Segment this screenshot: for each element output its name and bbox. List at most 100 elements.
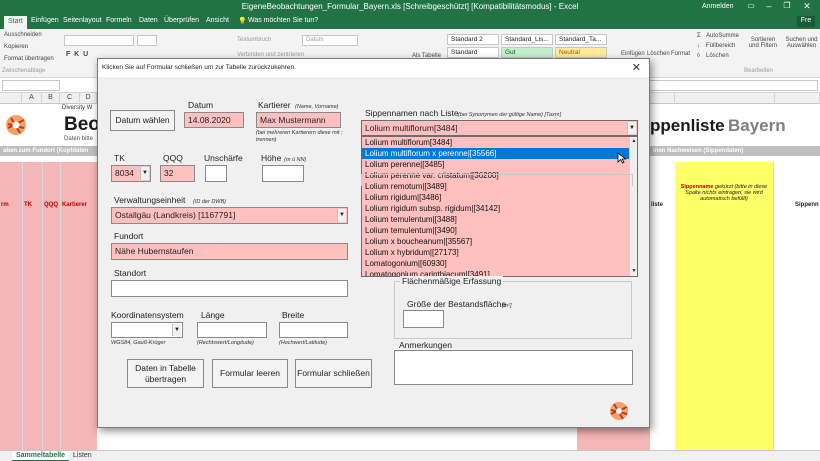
- tab-ueberpruefen[interactable]: Überprüfen: [164, 17, 199, 24]
- breite-field[interactable]: [279, 322, 348, 338]
- fill-button[interactable]: Füllbereich: [706, 43, 735, 49]
- column-header-c[interactable]: C: [60, 93, 80, 104]
- column-header-right-2[interactable]: [675, 93, 775, 104]
- chevron-up-icon[interactable]: ▲: [631, 138, 637, 145]
- close-form-button[interactable]: Formular schließen: [295, 359, 372, 388]
- tab-start[interactable]: Start: [4, 16, 27, 29]
- date-select-button[interactable]: Datum wählen: [110, 110, 175, 131]
- autosum-icon: Σ: [697, 33, 701, 39]
- sippen-dropdown-list[interactable]: Lolium multiflorum[3484] Lolium multiflor…: [361, 136, 638, 277]
- sippen-combobox[interactable]: Lolium multiflorum[3484] ▼: [361, 120, 638, 136]
- style-standard-2[interactable]: Standard 2: [447, 34, 499, 45]
- standort-field[interactable]: [111, 280, 348, 297]
- share-button[interactable]: Fre: [797, 16, 815, 27]
- laenge-field[interactable]: [197, 322, 267, 338]
- column-header-right-1[interactable]: [650, 93, 675, 104]
- autosum-button[interactable]: AutoSumme: [706, 33, 739, 39]
- chevron-down-icon[interactable]: ▼: [172, 324, 181, 336]
- sort-filter-button[interactable]: Sortieren und Filtern: [745, 37, 781, 49]
- clear-button[interactable]: Löschen: [706, 53, 729, 59]
- chevron-down-icon[interactable]: ▼: [140, 167, 149, 180]
- style-neutral[interactable]: Neutral: [555, 47, 607, 58]
- sippen-option[interactable]: Lolium rigidum subsp. rigidum|[34142]: [362, 203, 637, 214]
- column-header-b[interactable]: B: [42, 93, 60, 104]
- wrap-text-button[interactable]: Textumbruch: [237, 37, 271, 43]
- name-box[interactable]: [2, 80, 60, 91]
- format-painter-button[interactable]: Format übertragen: [4, 56, 54, 62]
- sippen-option[interactable]: Lolium multiflorum x perenne|[35566]: [362, 148, 637, 159]
- sippen-option[interactable]: Lolium perenne|[3485]: [362, 159, 637, 170]
- chevron-down-icon[interactable]: ▼: [337, 209, 346, 222]
- unschaerfe-field[interactable]: [205, 165, 227, 182]
- tab-formeln[interactable]: Formeln: [106, 17, 132, 24]
- window-title: EigeneBeobachtungen_Formular_Bayern.xls …: [241, 2, 579, 11]
- logo-bottom-right: [606, 399, 632, 423]
- org-label: Diversity W: [62, 105, 93, 111]
- ribbon-options-icon[interactable]: ▭: [744, 1, 758, 13]
- clear-form-button[interactable]: Formular leeren: [212, 359, 288, 388]
- restore-icon[interactable]: ❐: [780, 1, 794, 13]
- sheet-tab-listen[interactable]: Listen: [69, 451, 96, 461]
- column-header-d[interactable]: D: [80, 93, 97, 104]
- close-window-icon[interactable]: ✕: [800, 1, 814, 13]
- sippen-option[interactable]: Lolium temulentum|[3490]: [362, 225, 637, 236]
- insert-cells-button[interactable]: Einfügen: [621, 51, 645, 57]
- col-label-kartierer: Kartierer: [62, 202, 88, 208]
- signin-link[interactable]: Anmelden: [702, 3, 734, 10]
- sippen-option[interactable]: Lolium temulentum|[3488]: [362, 214, 637, 225]
- column-header-right-3[interactable]: [775, 93, 820, 104]
- style-gut[interactable]: Gut: [501, 47, 553, 58]
- format-cells-button[interactable]: Format: [671, 51, 690, 57]
- anmerkungen-field[interactable]: [394, 350, 633, 385]
- koord-dropdown[interactable]: ▼: [111, 322, 183, 338]
- groesse-field[interactable]: [403, 310, 444, 328]
- chevron-down-icon[interactable]: ▼: [631, 268, 637, 275]
- style-standard[interactable]: Standard: [447, 47, 499, 58]
- kartierer-label: Kartierer: [258, 100, 291, 110]
- transfer-data-button[interactable]: Daten in Tabelle übertragen: [127, 359, 204, 388]
- minimize-icon[interactable]: –: [762, 1, 776, 13]
- tell-me-search[interactable]: Was möchten Sie tun?: [248, 17, 318, 24]
- dropdown-scrollbar[interactable]: ▲ ▼: [629, 137, 637, 276]
- sippen-option[interactable]: Lolium x boucheanum|[35567]: [362, 236, 637, 247]
- koord-hint: WGS84, Gauß-Krüger: [111, 340, 166, 346]
- select-all-corner[interactable]: [0, 93, 22, 104]
- find-select-button[interactable]: Suchen und Auswählen: [783, 37, 820, 49]
- sippen-option[interactable]: Lomatogonium|[60930]: [362, 258, 637, 269]
- koord-label: Koordinatensystem: [111, 310, 184, 320]
- number-format-select[interactable]: Datum: [302, 35, 358, 46]
- font-size-box[interactable]: [137, 35, 157, 46]
- delete-cells-button[interactable]: Löschen: [647, 51, 670, 57]
- copy-button[interactable]: Kopieren: [4, 44, 28, 50]
- tab-seitenlayout[interactable]: Seitenlayout: [63, 17, 102, 24]
- verwaltung-dropdown[interactable]: Ostallgäu (Landkreis) [1167791] ▼: [111, 207, 348, 224]
- fill-icon: ↓: [697, 43, 700, 49]
- fundort-field[interactable]: Nähe Hubernstaufen: [111, 243, 348, 260]
- clear-icon: ◊: [697, 53, 700, 59]
- grid-line: [22, 162, 23, 450]
- bold-icon[interactable]: F K U: [66, 51, 88, 58]
- tab-daten[interactable]: Daten: [139, 17, 158, 24]
- qqq-field[interactable]: 32: [160, 165, 195, 182]
- col-label-tk: TK: [24, 202, 32, 208]
- sippen-option[interactable]: Lolium rigidum|[3486]: [362, 192, 637, 203]
- font-name-box[interactable]: [64, 35, 134, 46]
- style-standard-lis[interactable]: Standard_Lis...: [501, 34, 553, 45]
- chevron-down-icon[interactable]: ▼: [627, 122, 636, 134]
- sippen-option[interactable]: Lolium multiflorum[3484]: [362, 137, 637, 148]
- hoehe-field[interactable]: [262, 165, 304, 182]
- cut-button[interactable]: Ausschneiden: [4, 32, 42, 38]
- sheet-tab-sammeltabelle[interactable]: Sammeltabelle: [12, 451, 70, 461]
- dialog-close-icon[interactable]: ✕: [632, 61, 641, 74]
- column-header-a[interactable]: A: [22, 93, 42, 104]
- kartierer-field[interactable]: Max Mustermann: [256, 112, 341, 128]
- date-field[interactable]: 14.08.2020: [184, 112, 244, 128]
- tab-einfuegen[interactable]: Einfügen: [31, 17, 59, 24]
- tab-ansicht[interactable]: Ansicht: [206, 17, 229, 24]
- sippen-option[interactable]: Lolium x hybridum|[27173]: [362, 247, 637, 258]
- hidden-panel-edge: [361, 174, 633, 186]
- style-standard-ta[interactable]: Standard_Ta...: [555, 34, 607, 45]
- tk-dropdown[interactable]: 8034 ▼: [111, 165, 151, 182]
- breite-hint: (Hochwert/Latitude): [279, 340, 327, 346]
- mouse-cursor-icon: [617, 152, 627, 164]
